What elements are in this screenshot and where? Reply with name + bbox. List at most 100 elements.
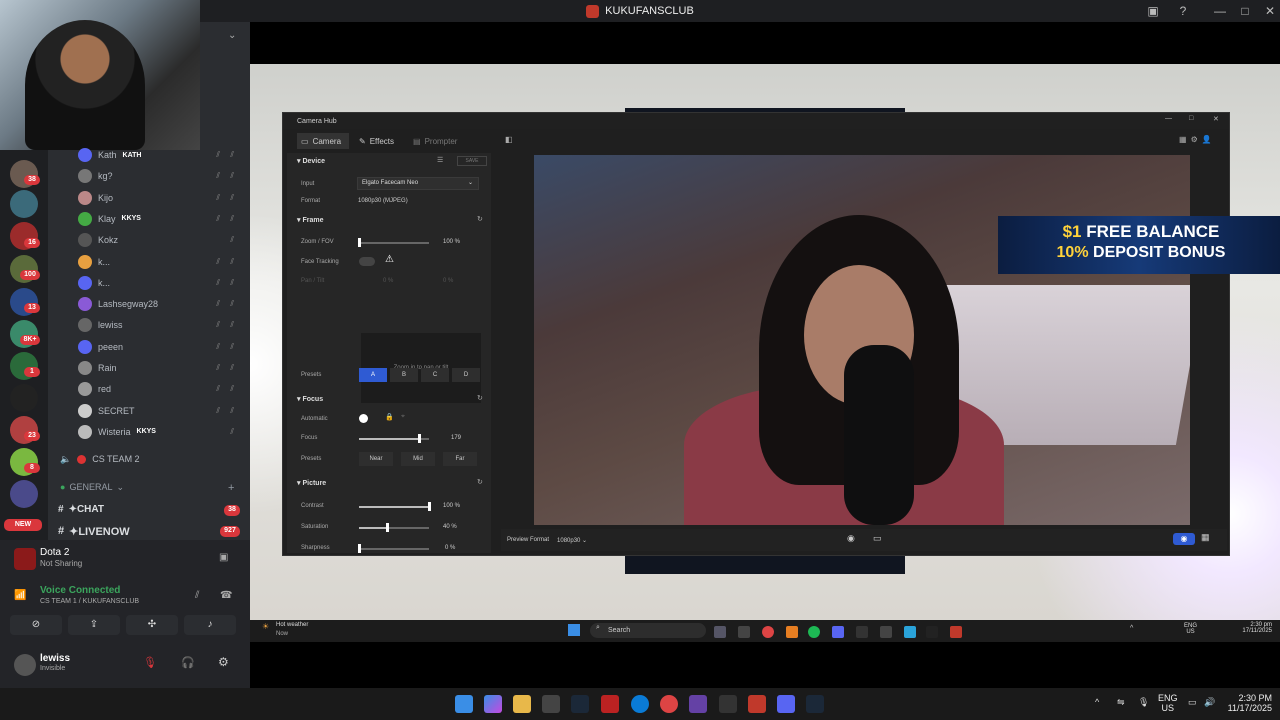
tab-prompter[interactable]: ▤ Prompter — [413, 133, 457, 149]
clock[interactable]: 2:30 pm 17/11/2025 — [1236, 622, 1272, 634]
focus-knob[interactable] — [417, 434, 421, 443]
disconnect-icon[interactable]: ☎ — [220, 590, 232, 601]
focus-near-button[interactable]: Near — [359, 452, 393, 466]
face-tracking-toggle[interactable] — [359, 257, 375, 266]
preset-b-button[interactable]: B — [390, 368, 418, 382]
app-icon[interactable] — [748, 695, 766, 713]
clock[interactable]: 2:30 PM 11/17/2025 — [1222, 693, 1272, 713]
reset-icon[interactable]: ↻ — [477, 394, 483, 402]
zoom-knob[interactable] — [358, 238, 361, 247]
settings-gear-icon[interactable]: ⚙ — [1191, 135, 1198, 144]
app-icon[interactable] — [926, 626, 938, 638]
tab-camera[interactable]: ▭ Camera — [297, 133, 349, 149]
sharpness-knob[interactable] — [358, 544, 361, 553]
contrast-slider[interactable] — [359, 502, 431, 511]
network-icon[interactable]: ⇋ — [1117, 697, 1125, 708]
list-icon[interactable]: ☰ — [437, 156, 443, 164]
app-icon[interactable] — [738, 626, 750, 638]
preset-a-button[interactable]: A — [359, 368, 387, 382]
close-icon[interactable]: ✕ — [1213, 115, 1219, 123]
lock-icon[interactable]: 🔒 — [385, 413, 394, 421]
preset-c-button[interactable]: C — [421, 368, 449, 382]
member-item[interactable]: k... ⫽ ⫽ — [78, 252, 248, 272]
member-item[interactable]: red ⫽ ⫽ — [78, 379, 248, 399]
maximize-icon[interactable]: □ — [1237, 3, 1253, 19]
screen-share-icon[interactable]: ▣ — [219, 552, 228, 563]
focus-far-button[interactable]: Far — [443, 452, 477, 466]
server-icon[interactable] — [10, 190, 38, 218]
promo-banner[interactable]: $1 FREE BALANCE 10% DEPOSIT BONUS — [998, 216, 1280, 274]
maximize-icon[interactable]: □ — [1189, 115, 1193, 122]
grid-icon[interactable]: ▦ — [1201, 532, 1210, 543]
edge-icon[interactable] — [631, 695, 649, 713]
close-icon[interactable]: ✕ — [1262, 3, 1278, 19]
zoom-slider[interactable] — [358, 238, 429, 247]
screen-share-button[interactable]: ⇪ — [68, 615, 120, 635]
discord-icon[interactable] — [832, 626, 844, 638]
server-icon[interactable] — [10, 480, 38, 508]
app-icon[interactable] — [880, 626, 892, 638]
member-item[interactable]: kg? ⫽ ⫽ — [78, 166, 248, 186]
settings-gear-icon[interactable]: ⚙ — [218, 655, 229, 669]
tab-effects[interactable]: ✎ Effects — [359, 133, 394, 149]
volume-icon[interactable]: 🔊 — [1204, 697, 1215, 708]
preset-d-button[interactable]: D — [452, 368, 480, 382]
mic-muted-icon[interactable]: 🎙 — [143, 656, 157, 669]
headphones-icon[interactable]: 🎧 — [181, 656, 195, 669]
telegram-icon[interactable] — [904, 626, 916, 638]
noise-icon[interactable]: ⫽ — [195, 590, 199, 601]
obs-icon[interactable] — [719, 695, 737, 713]
twitch-icon[interactable] — [689, 695, 707, 713]
member-item[interactable]: Kokz ⫽ — [78, 230, 248, 250]
activities-button[interactable]: ✣ — [126, 615, 178, 635]
member-item[interactable]: peeen ⫽ ⫽ — [78, 337, 248, 357]
saturation-slider[interactable] — [359, 523, 429, 532]
tray-chevron-icon[interactable]: ^ — [1130, 625, 1133, 632]
focus-mid-button[interactable]: Mid — [401, 452, 435, 466]
channel-livenow[interactable]: # ✦LIVENOW — [58, 522, 130, 540]
reset-icon[interactable]: ↻ — [477, 215, 483, 223]
file-explorer-icon[interactable] — [513, 695, 531, 713]
discord-icon[interactable] — [777, 695, 795, 713]
language-indicator[interactable]: ENG US — [1184, 623, 1197, 635]
section-device[interactable]: ▾ Device — [297, 157, 325, 165]
member-item[interactable]: SECRET ⫽ ⫽ — [78, 401, 248, 421]
member-item[interactable]: k... ⫽ ⫽ — [78, 273, 248, 293]
app-icon[interactable] — [950, 626, 962, 638]
channel-chat[interactable]: # ✦CHAT — [58, 500, 104, 518]
section-frame[interactable]: ▾ Frame — [297, 216, 323, 224]
chrome-icon[interactable] — [762, 626, 774, 638]
add-channel-icon[interactable]: + — [228, 482, 234, 494]
preview-format-select[interactable]: 1080p30 ⌄ — [557, 537, 587, 544]
windows-start-icon[interactable] — [568, 624, 580, 636]
snapshot-icon[interactable]: ◉ — [847, 533, 855, 544]
screen-icon[interactable]: ▣ — [1145, 3, 1161, 19]
steam-icon[interactable] — [571, 695, 589, 713]
sidebar-toggle-icon[interactable]: ◧ — [505, 135, 513, 144]
avatar[interactable] — [14, 654, 36, 676]
chrome-icon[interactable] — [660, 695, 678, 713]
display-icon[interactable]: ▭ — [1188, 697, 1197, 708]
eye-icon[interactable]: ◉ — [1173, 533, 1195, 545]
saturation-knob[interactable] — [386, 523, 389, 532]
minimize-icon[interactable]: — — [1165, 115, 1172, 122]
member-item[interactable]: lewiss ⫽ ⫽ — [78, 315, 248, 335]
minimize-icon[interactable]: — — [1212, 3, 1228, 19]
auto-focus-toggle[interactable] — [359, 414, 368, 423]
member-item[interactable]: Klay KKYS ⫽ ⫽ — [78, 209, 248, 229]
server-icon[interactable] — [10, 384, 38, 412]
app-icon[interactable] — [786, 626, 798, 638]
app-icon[interactable] — [601, 695, 619, 713]
reset-icon[interactable]: ↻ — [477, 478, 483, 486]
windows-start-icon[interactable] — [455, 695, 473, 713]
language-indicator[interactable]: ENG US — [1158, 693, 1178, 713]
folder-icon[interactable]: ▭ — [873, 533, 882, 544]
taskbar-search[interactable]: Search — [590, 623, 706, 638]
member-item[interactable]: Rain ⫽ ⫽ — [78, 358, 248, 378]
copilot-icon[interactable] — [484, 695, 502, 713]
help-icon[interactable]: ? — [1175, 3, 1191, 19]
chevron-down-icon[interactable]: ⌄ — [228, 30, 236, 41]
steam-icon[interactable] — [806, 695, 824, 713]
soundboard-button[interactable]: ♪ — [184, 615, 236, 635]
app-icon[interactable] — [856, 626, 868, 638]
